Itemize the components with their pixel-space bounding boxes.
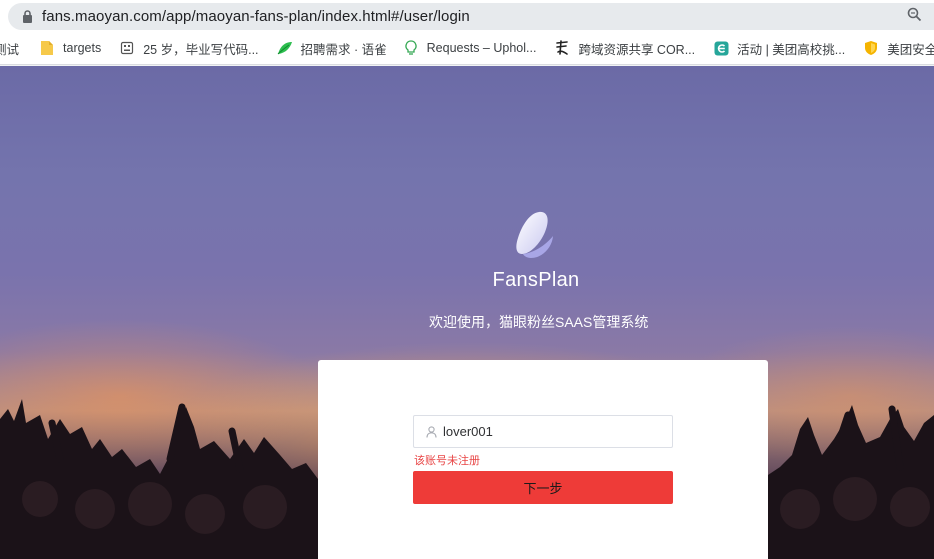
error-message: 该账号未注册 [414, 455, 480, 467]
zoom-icon[interactable] [904, 4, 924, 24]
shield-icon [863, 40, 879, 56]
welcome-text: 欢迎使用，猫眼粉丝SAAS管理系统 [429, 314, 649, 330]
bookmark-item-targets[interactable]: targets [33, 35, 107, 61]
bookmark-label: Requests – Uphol... [426, 41, 537, 55]
lock-icon[interactable] [18, 8, 36, 26]
fansplan-logo [516, 211, 553, 258]
bookmark-label: 美团安全应急 [887, 42, 934, 57]
login-card: 该账号未注册 下一步 [318, 360, 768, 559]
address-bar: fans.maoyan.com/app/maoyan-fans-plan/ind… [0, 0, 934, 32]
leaf-icon [277, 40, 293, 56]
bookmark-item-meituan-security[interactable]: 美团安全应急 [857, 35, 934, 61]
bookmark-item-yuque[interactable]: 招聘需求 · 语雀 [271, 35, 393, 61]
bookmark-label: 测试 [0, 42, 20, 57]
bookmark-item-25[interactable]: 25 岁，毕业写代码... [113, 35, 264, 61]
calligraphy-icon [554, 40, 570, 56]
bookmark-label: 招聘需求 · 语雀 [300, 42, 387, 57]
e-icon [713, 40, 729, 56]
bookmark-item-meituan-activity[interactable]: 活动 | 美团高校挑... [707, 35, 851, 61]
bookmark-label: targets [63, 41, 102, 55]
bookmark-label: 25 岁，毕业写代码... [143, 42, 259, 57]
brand-name: FansPlan [492, 269, 580, 291]
login-page: FansPlan 欢迎使用，猫眼粉丝SAAS管理系统 该账号未注册 下一步 [0, 66, 934, 559]
bookmark-label: 跨域资源共享 COR... [578, 42, 696, 57]
next-step-button[interactable]: 下一步 [413, 471, 673, 504]
folder-icon [39, 40, 55, 56]
username-input[interactable] [443, 424, 663, 439]
bookmark-label: 活动 | 美团高校挑... [737, 42, 846, 57]
bookmark-item-requests[interactable]: Requests – Uphol... [397, 35, 543, 61]
bookmark-item-test[interactable]: 测试 [0, 35, 33, 61]
username-field[interactable] [413, 415, 673, 448]
user-icon [425, 425, 437, 438]
bookmarks-bar: 测试 targets 25 岁，毕业写代码... 招聘需求 · 语雀 Reque… [0, 32, 934, 65]
omnibox[interactable]: fans.maoyan.com/app/maoyan-fans-plan/ind… [8, 3, 934, 30]
bookmark-item-cors[interactable]: 跨域资源共享 COR... [548, 35, 701, 61]
bulb-icon [403, 40, 419, 56]
robot-icon [119, 40, 135, 56]
url-text[interactable]: fans.maoyan.com/app/maoyan-fans-plan/ind… [42, 8, 470, 25]
